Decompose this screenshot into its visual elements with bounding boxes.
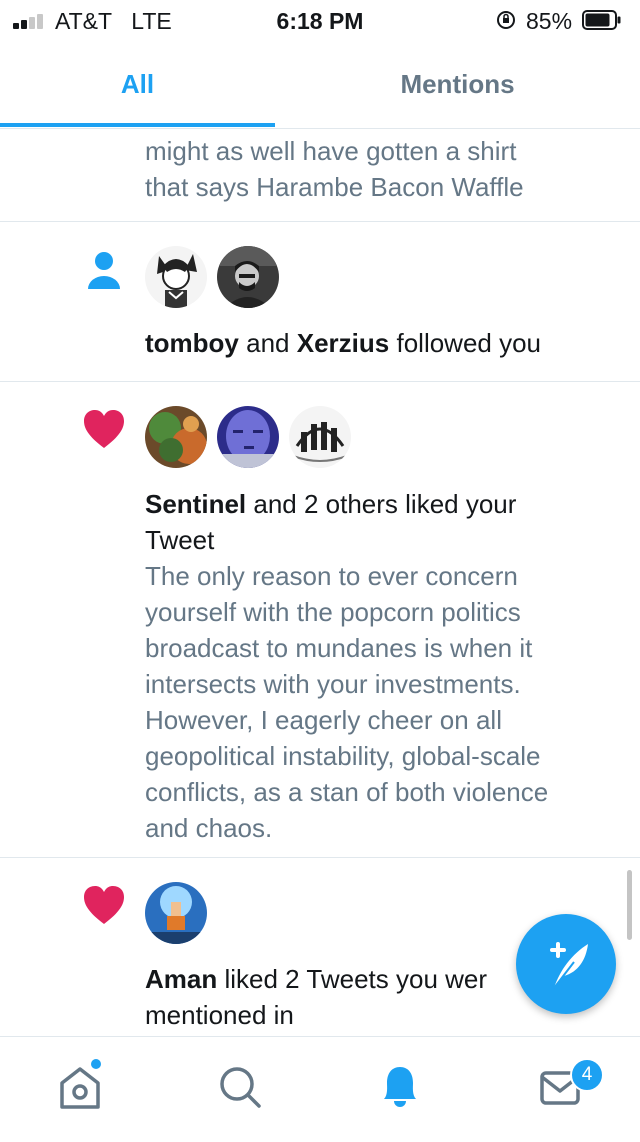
liked-tweet-text: The only reason to ever concern yourself… [145,561,549,843]
rotation-lock-icon [497,11,515,29]
avatar[interactable] [145,406,207,468]
notifications-feed[interactable]: might as well have gotten a shirt that s… [0,129,640,1035]
person-icon [88,252,120,289]
notification-tabs: All Mentions [0,40,640,129]
compose-tweet-icon [550,942,588,989]
heart-icon [84,410,124,448]
home-icon [60,1059,101,1109]
battery-percent: 85% [526,8,573,34]
heart-icon [84,886,124,924]
nav-search[interactable] [190,1037,290,1137]
compose-tweet-button[interactable] [516,914,616,1014]
messages-badge: 4 [570,1058,604,1092]
follow-text: tomboy and Xerzius followed you [145,328,542,358]
notification-item-tweet-fragment[interactable]: might as well have gotten a shirt that s… [0,129,640,222]
avatar[interactable] [289,406,351,468]
avatar[interactable] [217,246,279,308]
avatar[interactable] [145,882,207,944]
bottom-navigation [0,1036,640,1137]
search-icon [220,1067,261,1108]
notifications-bell-icon [384,1067,416,1107]
notification-item-follow[interactable]: tomboy and Xerzius followed you [0,222,640,382]
nav-home[interactable] [30,1037,130,1137]
tweet-text: might as well have gotten a shirt that s… [145,136,524,202]
scrollbar[interactable] [627,870,632,940]
tab-mentions[interactable]: Mentions [320,40,595,128]
tab-all[interactable]: All [0,40,275,128]
nav-notifications[interactable] [350,1037,450,1137]
battery-icon [582,10,621,30]
active-tab-indicator [0,123,275,127]
avatar[interactable] [217,406,279,468]
like-text: Sentinel and 2 others liked your Tweet [145,489,517,555]
notification-item-like[interactable]: Sentinel and 2 others liked your Tweet T… [0,382,640,858]
status-bar: AT&T LTE 6:18 PM 85% [0,0,640,40]
avatar[interactable] [145,246,207,308]
